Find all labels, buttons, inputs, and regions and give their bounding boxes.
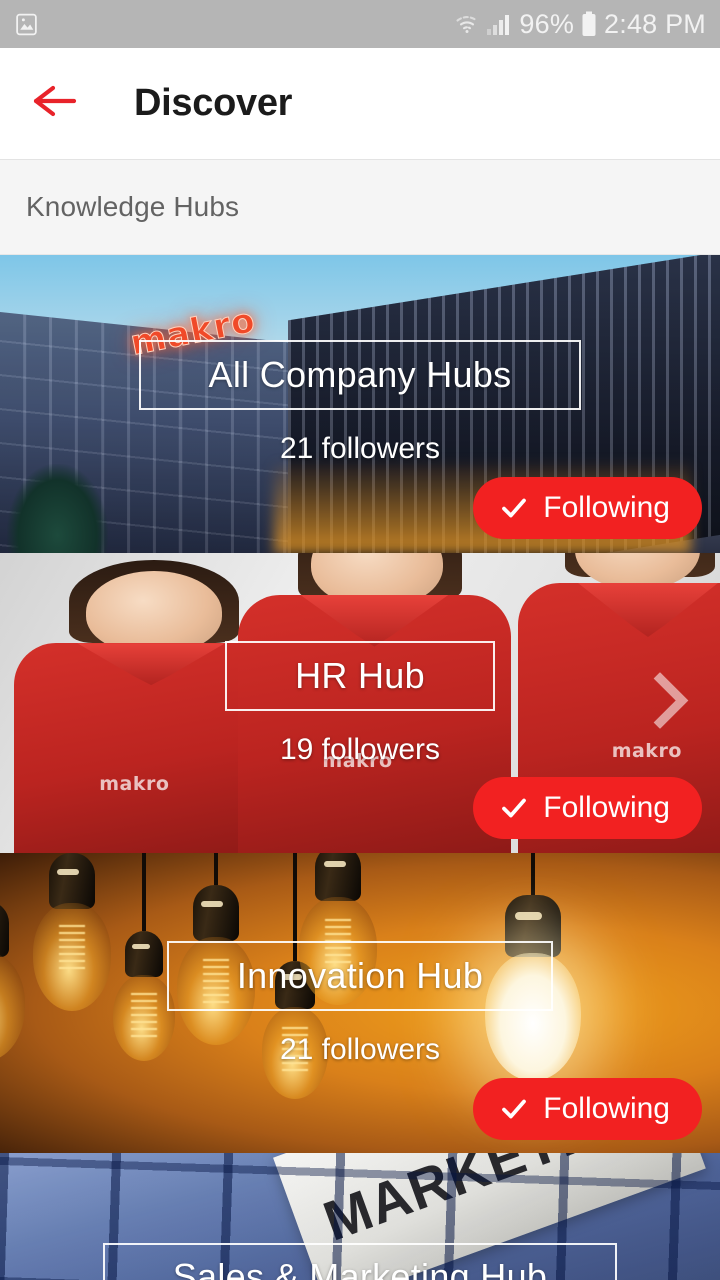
hub-title-box: Sales & Marketing Hub xyxy=(102,1243,618,1280)
hub-title: Sales & Marketing Hub xyxy=(172,1256,548,1280)
following-button[interactable]: Following xyxy=(473,1078,702,1140)
check-icon xyxy=(499,793,529,823)
hub-card-sales-marketing-hub[interactable]: MARKETING Sales & Marketing Hub xyxy=(0,1153,720,1280)
section-header-label: Knowledge Hubs xyxy=(26,191,240,222)
knowledge-hub-list: makro All Company Hubs 21 followers Foll… xyxy=(0,255,720,1280)
status-bar-right: 96% 2:48 PM xyxy=(455,9,706,40)
app-bar: Discover xyxy=(0,48,720,160)
hub-title: HR Hub xyxy=(295,655,425,696)
battery-percent-label: 96% xyxy=(519,8,575,39)
following-button-label: Following xyxy=(543,1092,670,1125)
following-button-label: Following xyxy=(543,491,670,524)
cellular-signal-icon xyxy=(486,12,512,36)
following-button[interactable]: Following xyxy=(473,777,702,839)
hub-card-overlay: Sales & Marketing Hub xyxy=(0,1153,720,1280)
hub-card-all-company-hubs[interactable]: makro All Company Hubs 21 followers Foll… xyxy=(0,255,720,553)
check-icon xyxy=(499,1094,529,1124)
wifi-icon xyxy=(455,12,479,36)
back-arrow-icon xyxy=(31,84,77,123)
hub-card-hr-hub[interactable]: makro makro makro HR Hub 19 followers Fo… xyxy=(0,553,720,853)
hub-title-box: Innovation Hub xyxy=(166,941,554,1011)
chevron-right-icon[interactable] xyxy=(650,672,690,734)
hub-card-overlay: Innovation Hub 21 followers Following xyxy=(0,853,720,1153)
back-button[interactable] xyxy=(26,76,82,132)
hub-followers-count: 21 followers xyxy=(279,1033,441,1066)
section-header-knowledge-hubs: Knowledge Hubs xyxy=(0,160,720,255)
hub-followers-count: 19 followers xyxy=(279,733,441,766)
status-bar-left xyxy=(14,12,39,37)
battery-full-icon xyxy=(581,11,597,37)
hub-card-overlay: All Company Hubs 21 followers Following xyxy=(0,255,720,553)
following-button-label: Following xyxy=(543,791,670,824)
hub-title-box: All Company Hubs xyxy=(138,340,582,410)
hub-card-innovation-hub[interactable]: Innovation Hub 21 followers Following xyxy=(0,853,720,1153)
page-title: Discover xyxy=(134,82,293,124)
clock-label: 2:48 PM xyxy=(604,8,706,39)
following-button[interactable]: Following xyxy=(473,477,702,539)
status-bar: 96% 2:48 PM xyxy=(0,0,720,48)
hub-followers-count: 21 followers xyxy=(279,432,441,465)
hub-title-box: HR Hub xyxy=(225,641,495,711)
gallery-image-icon xyxy=(14,12,39,37)
hub-title: All Company Hubs xyxy=(208,354,512,395)
hub-card-overlay: HR Hub 19 followers Following xyxy=(0,553,720,853)
check-icon xyxy=(499,493,529,523)
hub-title: Innovation Hub xyxy=(236,955,484,996)
